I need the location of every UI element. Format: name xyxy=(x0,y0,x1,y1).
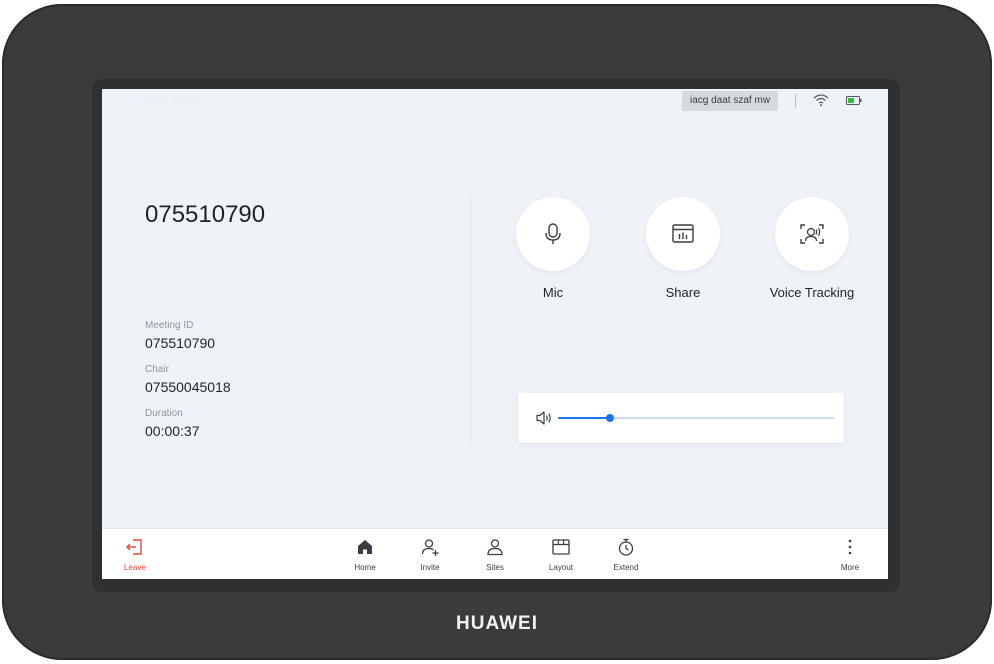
toolbar-more[interactable]: More xyxy=(820,529,880,579)
bottom-toolbar: Leave Home Invite Sites Layout Extend Mo… xyxy=(102,528,888,579)
more-vertical-icon xyxy=(848,539,852,555)
leave-button[interactable]: Leave xyxy=(102,529,162,579)
wifi-icon[interactable] xyxy=(813,93,829,107)
system-name: HUAWEI Board xyxy=(124,95,201,107)
meeting-id-label: Meeting ID xyxy=(145,320,194,331)
chair-label: Chair xyxy=(145,364,169,375)
share-label: Share xyxy=(665,285,701,300)
sites-icon xyxy=(487,539,503,556)
status-separator xyxy=(795,94,796,108)
speaker-icon[interactable] xyxy=(535,410,553,426)
toolbar-sites[interactable]: Sites xyxy=(465,529,525,579)
voice-tracking-button[interactable] xyxy=(775,197,849,271)
mic-icon xyxy=(545,223,561,244)
battery-icon xyxy=(846,96,862,105)
layout-icon xyxy=(552,539,570,555)
chair-value: 07550045018 xyxy=(145,379,231,395)
toolbar-invite[interactable]: Invite xyxy=(400,529,460,579)
invite-icon xyxy=(421,539,439,556)
screen: HUAWEI Board iacg daat szaf mw 075510790… xyxy=(102,89,888,579)
share-button[interactable] xyxy=(646,197,720,271)
home-label: Home xyxy=(354,563,376,572)
mic-label: Mic xyxy=(542,285,564,300)
extend-label: Extend xyxy=(613,563,639,572)
brand-logo: HUAWEI xyxy=(456,613,538,634)
status-chip[interactable]: iacg daat szaf mw xyxy=(682,91,779,111)
layout-label: Layout xyxy=(548,563,574,572)
volume-level-fill xyxy=(558,417,611,419)
share-icon xyxy=(672,224,694,243)
volume-slider[interactable] xyxy=(558,414,834,422)
timer-icon xyxy=(618,538,634,556)
meeting-id-value: 075510790 xyxy=(145,335,216,351)
toolbar-extend[interactable]: Extend xyxy=(596,529,656,579)
vertical-divider xyxy=(470,197,471,443)
duration-label: Duration xyxy=(145,408,183,419)
duration-value: 00:00:37 xyxy=(145,423,200,439)
leave-icon xyxy=(126,539,142,555)
voice-tracking-label: Voice Tracking xyxy=(769,285,855,300)
volume-card xyxy=(518,393,844,443)
more-label: More xyxy=(840,563,860,572)
invite-label: Invite xyxy=(420,563,440,572)
toolbar-home[interactable]: Home xyxy=(335,529,395,579)
volume-slider-handle[interactable] xyxy=(606,414,615,422)
leave-label: Leave xyxy=(124,563,146,572)
voice-tracking-icon xyxy=(800,224,824,244)
meeting-title: 075510790 xyxy=(145,201,266,228)
toolbar-layout[interactable]: Layout xyxy=(531,529,591,579)
mic-button[interactable] xyxy=(516,197,590,271)
home-icon xyxy=(358,540,372,554)
sites-label: Sites xyxy=(486,563,504,572)
